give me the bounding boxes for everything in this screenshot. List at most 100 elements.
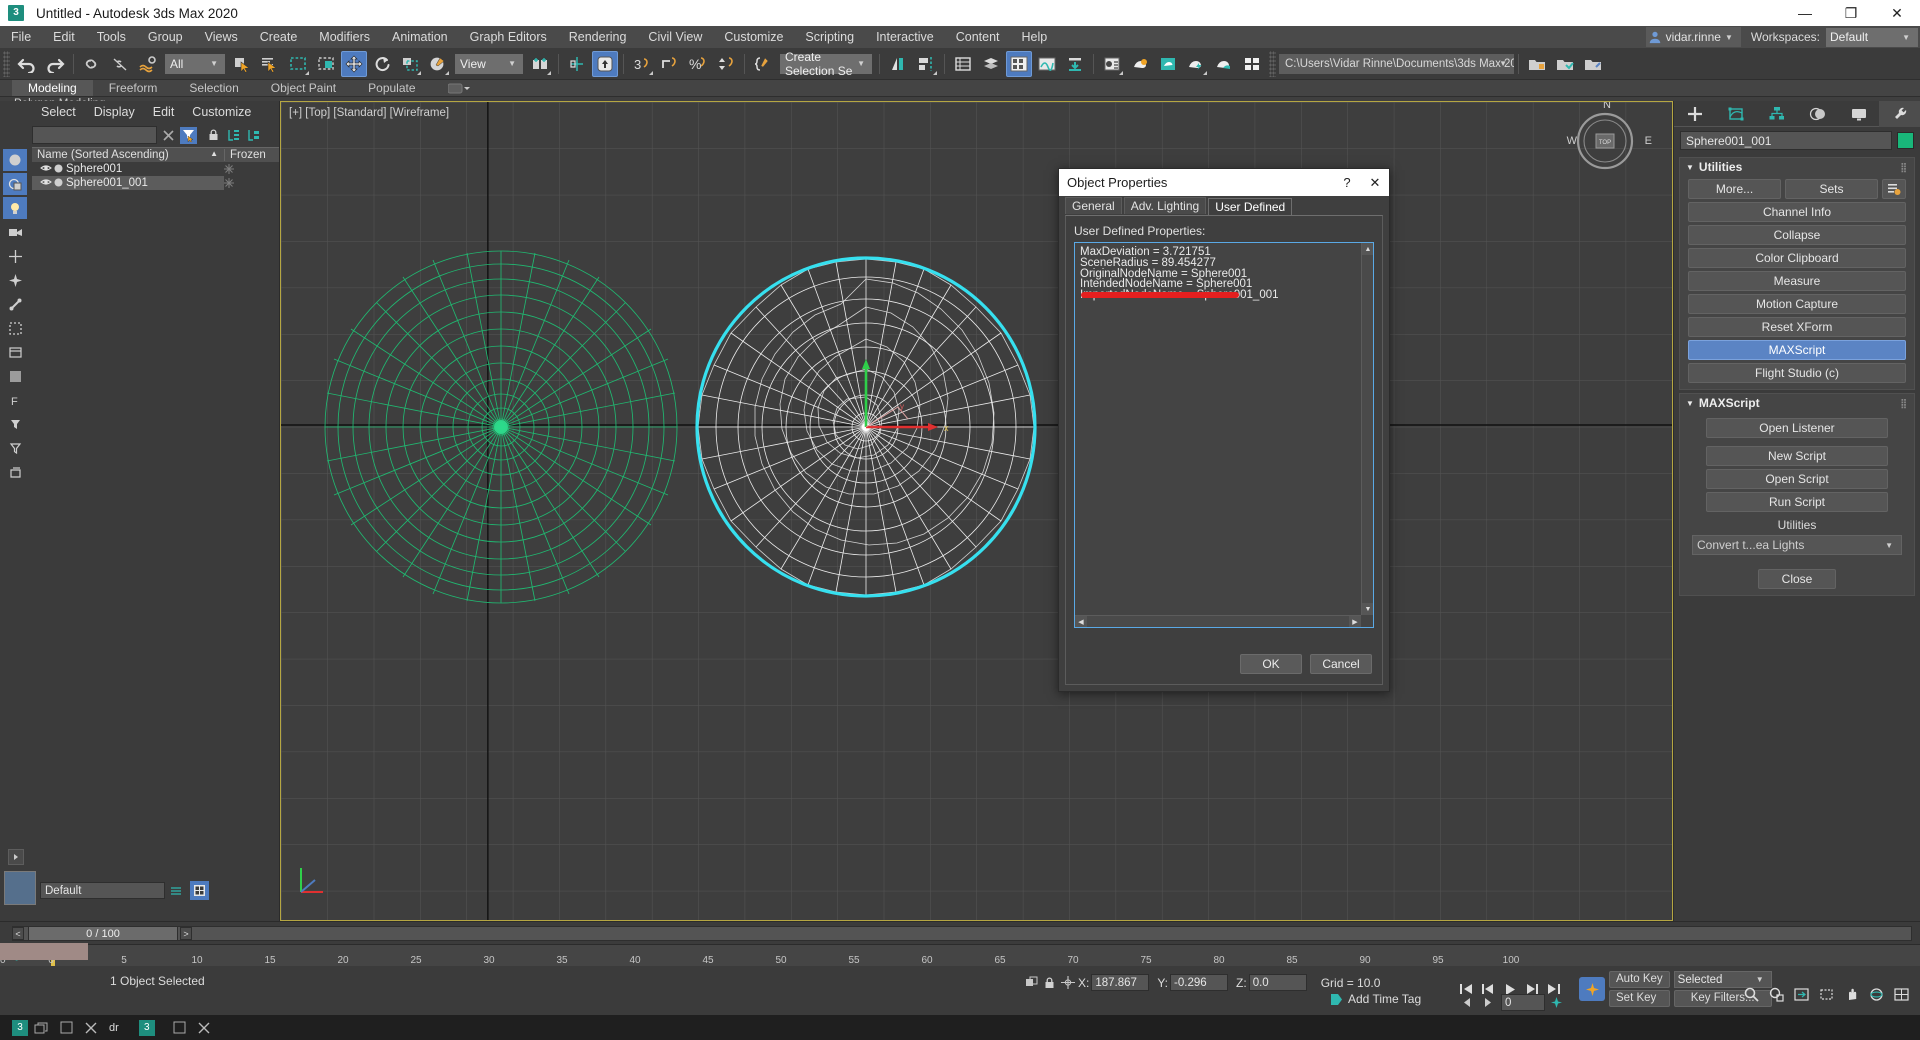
table-row[interactable]: Sphere001	[32, 162, 279, 176]
horizontal-scrollbar[interactable]: ◀ ▶	[1075, 615, 1361, 627]
modify-tab[interactable]	[1715, 101, 1756, 127]
column-frozen[interactable]: Frozen	[224, 149, 279, 161]
clear-search-icon[interactable]	[160, 127, 177, 144]
user-defined-properties-textarea[interactable]: MaxDeviation = 3.721751 SceneRadius = 89…	[1074, 242, 1374, 628]
restore-button[interactable]: ❐	[1828, 0, 1874, 26]
pan-view-icon[interactable]	[1840, 984, 1862, 1004]
maximize-viewport-icon[interactable]	[1890, 984, 1912, 1004]
project-path-field[interactable]: C:\Users\Vidar Rinne\Documents\3ds Max 2…	[1279, 54, 1514, 74]
prompt-line-field[interactable]	[0, 943, 88, 960]
select-and-scale-button[interactable]	[397, 51, 423, 77]
utilities-rollout-header[interactable]: ▼ Utilities ⣿	[1680, 158, 1914, 176]
select-object-button[interactable]	[229, 51, 255, 77]
unlink-selection-button[interactable]	[107, 51, 133, 77]
project-folder-icon[interactable]	[1524, 51, 1550, 77]
set-project-folder-icon[interactable]	[1552, 51, 1578, 77]
align-button[interactable]	[592, 51, 618, 77]
material-editor-toggle[interactable]	[190, 881, 209, 900]
ok-button[interactable]: OK	[1240, 654, 1302, 674]
open-explorer-icon[interactable]	[1580, 51, 1606, 77]
table-row[interactable]: Sphere001_001	[32, 176, 279, 190]
schematic-view-button[interactable]	[713, 51, 739, 77]
display-tab[interactable]	[1838, 101, 1879, 127]
channel-info-button[interactable]: Channel Info	[1688, 202, 1906, 222]
sets-button[interactable]: Sets	[1785, 179, 1878, 199]
se-tool-sort-icon[interactable]	[3, 437, 27, 459]
ribbon-tab-selection[interactable]: Selection	[173, 80, 254, 96]
time-slider-handle[interactable]: 0 / 100	[28, 926, 178, 941]
lock-selection-icon[interactable]	[1040, 977, 1058, 989]
menu-modifiers[interactable]: Modifiers	[308, 26, 381, 48]
menu-civil-view[interactable]: Civil View	[637, 26, 713, 48]
prev-key-small-icon[interactable]	[1455, 992, 1477, 1012]
menu-views[interactable]: Views	[194, 26, 249, 48]
object-color-swatch[interactable]	[1897, 132, 1914, 149]
dialog-help-button[interactable]: ?	[1333, 169, 1361, 196]
current-frame-field[interactable]: 0	[1501, 994, 1545, 1011]
use-pivot-point-center-button[interactable]	[527, 51, 553, 77]
lock-icon[interactable]	[205, 127, 222, 144]
se-tool-xrefs-icon[interactable]	[3, 341, 27, 363]
x-field[interactable]: 187.867	[1091, 974, 1149, 991]
utilities-tab[interactable]	[1879, 101, 1920, 127]
collapse-all-icon[interactable]	[245, 127, 262, 144]
maxscript-button[interactable]: MAXScript	[1688, 340, 1906, 360]
object-properties-dialog[interactable]: Object Properties ? ✕ General Adv. Light…	[1058, 168, 1390, 692]
motion-tab[interactable]	[1797, 101, 1838, 127]
taskbar-close-button[interactable]	[79, 1015, 103, 1040]
select-and-place-button[interactable]	[425, 51, 451, 77]
mirror-button[interactable]	[564, 51, 590, 77]
se-menu-select[interactable]: Select	[32, 105, 85, 119]
se-tool-helpers-icon[interactable]	[3, 245, 27, 267]
render-quick-icon[interactable]	[1183, 51, 1209, 77]
vertical-scrollbar[interactable]: ▲ ▼	[1361, 243, 1373, 615]
menu-help[interactable]: Help	[1011, 26, 1059, 48]
menu-rendering[interactable]: Rendering	[558, 26, 638, 48]
tab-adv-lighting[interactable]: Adv. Lighting	[1124, 197, 1207, 214]
column-name[interactable]: Name (Sorted Ascending) ▲	[32, 149, 224, 161]
render-in-cloud-icon[interactable]	[1155, 51, 1181, 77]
auto-key-button[interactable]: Auto Key	[1609, 971, 1670, 988]
undo-button[interactable]	[14, 51, 40, 77]
menu-file[interactable]: File	[0, 26, 42, 48]
more-button[interactable]: More...	[1688, 179, 1781, 199]
toggle-layer-explorer-button[interactable]	[657, 51, 683, 77]
render-frame-window-icon[interactable]	[1099, 51, 1125, 77]
maxscript-utility-select[interactable]: Convert t...ea Lights ▼	[1692, 535, 1902, 555]
scroll-down-icon[interactable]: ▼	[1362, 603, 1374, 615]
taskbar-app-3dsmax-2[interactable]: 3	[133, 1015, 167, 1040]
toolbar-grip[interactable]	[3, 51, 10, 77]
menu-graph-editors[interactable]: Graph Editors	[459, 26, 558, 48]
redo-button[interactable]	[42, 51, 68, 77]
drag-handle-icon[interactable]: ⣿	[1900, 162, 1908, 173]
filter-icon[interactable]	[180, 127, 197, 144]
taskbar-window-button-2[interactable]	[167, 1015, 192, 1040]
view-cube[interactable]: TOP	[1574, 110, 1636, 172]
layer-stack-icon[interactable]	[978, 51, 1004, 77]
expand-panel-button[interactable]	[8, 849, 24, 865]
next-frame-button[interactable]: >	[180, 927, 192, 940]
se-tool-bones-icon[interactable]	[3, 293, 27, 315]
se-tool-groups-icon[interactable]	[3, 317, 27, 339]
sphere001-001-wireframe-selected[interactable]: x y	[686, 247, 1046, 607]
menu-customize[interactable]: Customize	[713, 26, 794, 48]
ribbon-tab-freeform[interactable]: Freeform	[93, 80, 174, 96]
zoom-region-icon[interactable]	[1815, 984, 1837, 1004]
se-tool-freeze-icon[interactable]	[3, 365, 27, 387]
motion-capture-button[interactable]: Motion Capture	[1688, 294, 1906, 314]
scroll-left-icon[interactable]: ◀	[1075, 616, 1087, 628]
drag-handle-icon[interactable]: ⣿	[1900, 398, 1908, 409]
new-script-button[interactable]: New Script	[1706, 446, 1888, 466]
reference-coordinate-select[interactable]: View ▼	[455, 54, 523, 74]
user-account-button[interactable]: vidar.rinne ▼	[1646, 27, 1741, 47]
taskbar-app-3dsmax[interactable]: 3	[6, 1015, 54, 1040]
named-selection-set-select[interactable]: Create Selection Se ▼	[780, 54, 872, 74]
align-objects-icon[interactable]	[913, 51, 939, 77]
frozen-cell[interactable]	[224, 164, 279, 174]
set-key-button[interactable]: Set Key	[1609, 990, 1670, 1007]
se-tool-layers-icon[interactable]	[3, 461, 27, 483]
maxscript-rollout-header[interactable]: ▼ MAXScript ⣿	[1680, 394, 1914, 412]
window-crossing-toggle-button[interactable]	[313, 51, 339, 77]
track-bar-ruler[interactable]: 0 5 10 10 15 20 25 30 35 40 45 50 55 60 …	[0, 944, 1920, 966]
collapse-button[interactable]: Collapse	[1688, 225, 1906, 245]
